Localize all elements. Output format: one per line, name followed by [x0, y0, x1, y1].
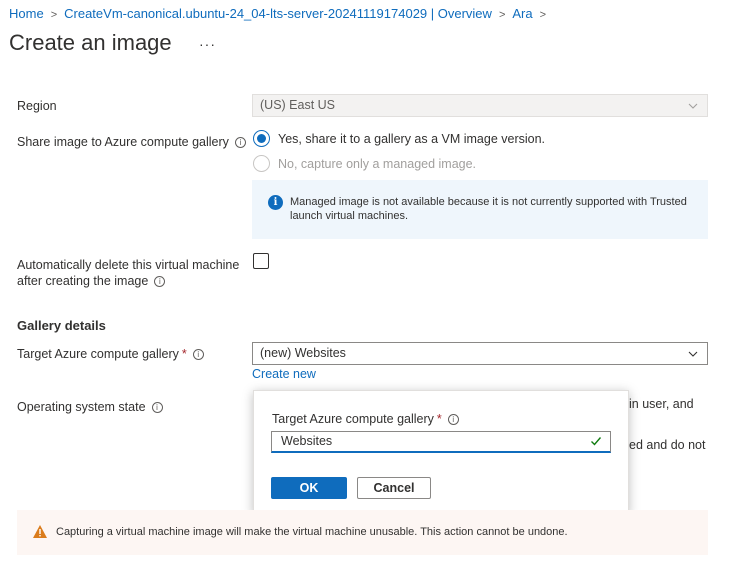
- info-icon[interactable]: i: [192, 349, 204, 360]
- auto-delete-label-line1: Automatically delete this virtual machin…: [17, 258, 240, 272]
- cancel-button[interactable]: Cancel: [357, 477, 431, 499]
- breadcrumb-separator: >: [50, 9, 58, 21]
- region-select: (US) East US: [252, 94, 708, 117]
- required-marker: *: [436, 412, 442, 426]
- page-title: Create an image: [9, 30, 172, 55]
- radio-button-checked[interactable]: [253, 130, 270, 147]
- popup-gallery-name-input[interactable]: Websites: [271, 431, 611, 453]
- create-new-link[interactable]: Create new: [252, 367, 316, 381]
- info-icon[interactable]: i: [447, 414, 459, 425]
- auto-delete-checkbox[interactable]: [253, 253, 269, 269]
- radio-button-disabled: [253, 155, 270, 172]
- required-marker: *: [181, 347, 187, 361]
- info-circle-icon: i: [268, 195, 283, 210]
- info-icon[interactable]: i: [154, 276, 166, 287]
- auto-delete-label-line2: after creating the image: [17, 274, 149, 288]
- region-label: Region: [17, 99, 57, 113]
- breadcrumb-separator: >: [498, 9, 506, 21]
- breadcrumb-ara[interactable]: Ara: [512, 6, 532, 21]
- target-gallery-label-text: Target Azure compute gallery: [17, 347, 179, 361]
- auto-delete-label: Automatically delete this virtual machin…: [17, 257, 239, 289]
- radio-share-yes-label: Yes, share it to a gallery as a VM image…: [278, 131, 546, 146]
- ok-button[interactable]: OK: [271, 477, 347, 499]
- chevron-down-icon: [688, 351, 698, 357]
- info-icon[interactable]: i: [151, 402, 163, 413]
- share-gallery-label: Share image to Azure compute gallery i: [17, 134, 246, 150]
- radio-share-no-label: No, capture only a managed image.: [278, 156, 477, 171]
- breadcrumb-home[interactable]: Home: [9, 6, 44, 21]
- warning-icon: [33, 525, 47, 538]
- radio-share-no: No, capture only a managed image.: [253, 155, 476, 172]
- os-state-option-partial: ed and do not: [629, 438, 706, 452]
- popup-gallery-label-text: Target Azure compute gallery: [272, 412, 434, 426]
- target-gallery-value: (new) Websites: [260, 346, 346, 360]
- share-gallery-label-text: Share image to Azure compute gallery: [17, 135, 229, 149]
- region-value: (US) East US: [260, 98, 336, 112]
- gallery-details-heading: Gallery details: [17, 318, 106, 333]
- more-options-icon[interactable]: ···: [199, 36, 216, 52]
- breadcrumb: Home > CreateVm-canonical.ubuntu-24_04-lts…: [9, 6, 553, 21]
- breadcrumb-vm-overview[interactable]: CreateVm-canonical.ubuntu-24_04-lts-serv…: [64, 6, 492, 21]
- create-gallery-popup: Target Azure compute gallery * i Websites …: [253, 390, 629, 514]
- popup-gallery-name-value: Websites: [281, 434, 333, 448]
- target-gallery-select[interactable]: (new) Websites: [252, 342, 708, 365]
- managed-image-info-text: Managed image is not available because i…: [290, 196, 687, 222]
- popup-gallery-label: Target Azure compute gallery * i: [272, 412, 459, 426]
- warning-text: Capturing a virtual machine image will m…: [56, 526, 568, 538]
- os-state-label-text: Operating system state: [17, 400, 146, 414]
- chevron-down-icon: [688, 103, 698, 109]
- breadcrumb-separator: >: [539, 9, 547, 21]
- checkmark-icon: [591, 437, 602, 446]
- managed-image-info-box: i Managed image is not available because…: [252, 180, 708, 239]
- os-state-label: Operating system state i: [17, 399, 163, 415]
- os-state-option-partial: in user, and: [629, 397, 694, 411]
- radio-share-yes[interactable]: Yes, share it to a gallery as a VM image…: [253, 130, 545, 147]
- target-gallery-label: Target Azure compute gallery * i: [17, 346, 204, 362]
- info-icon[interactable]: i: [234, 137, 246, 148]
- warning-bar: Capturing a virtual machine image will m…: [17, 510, 708, 555]
